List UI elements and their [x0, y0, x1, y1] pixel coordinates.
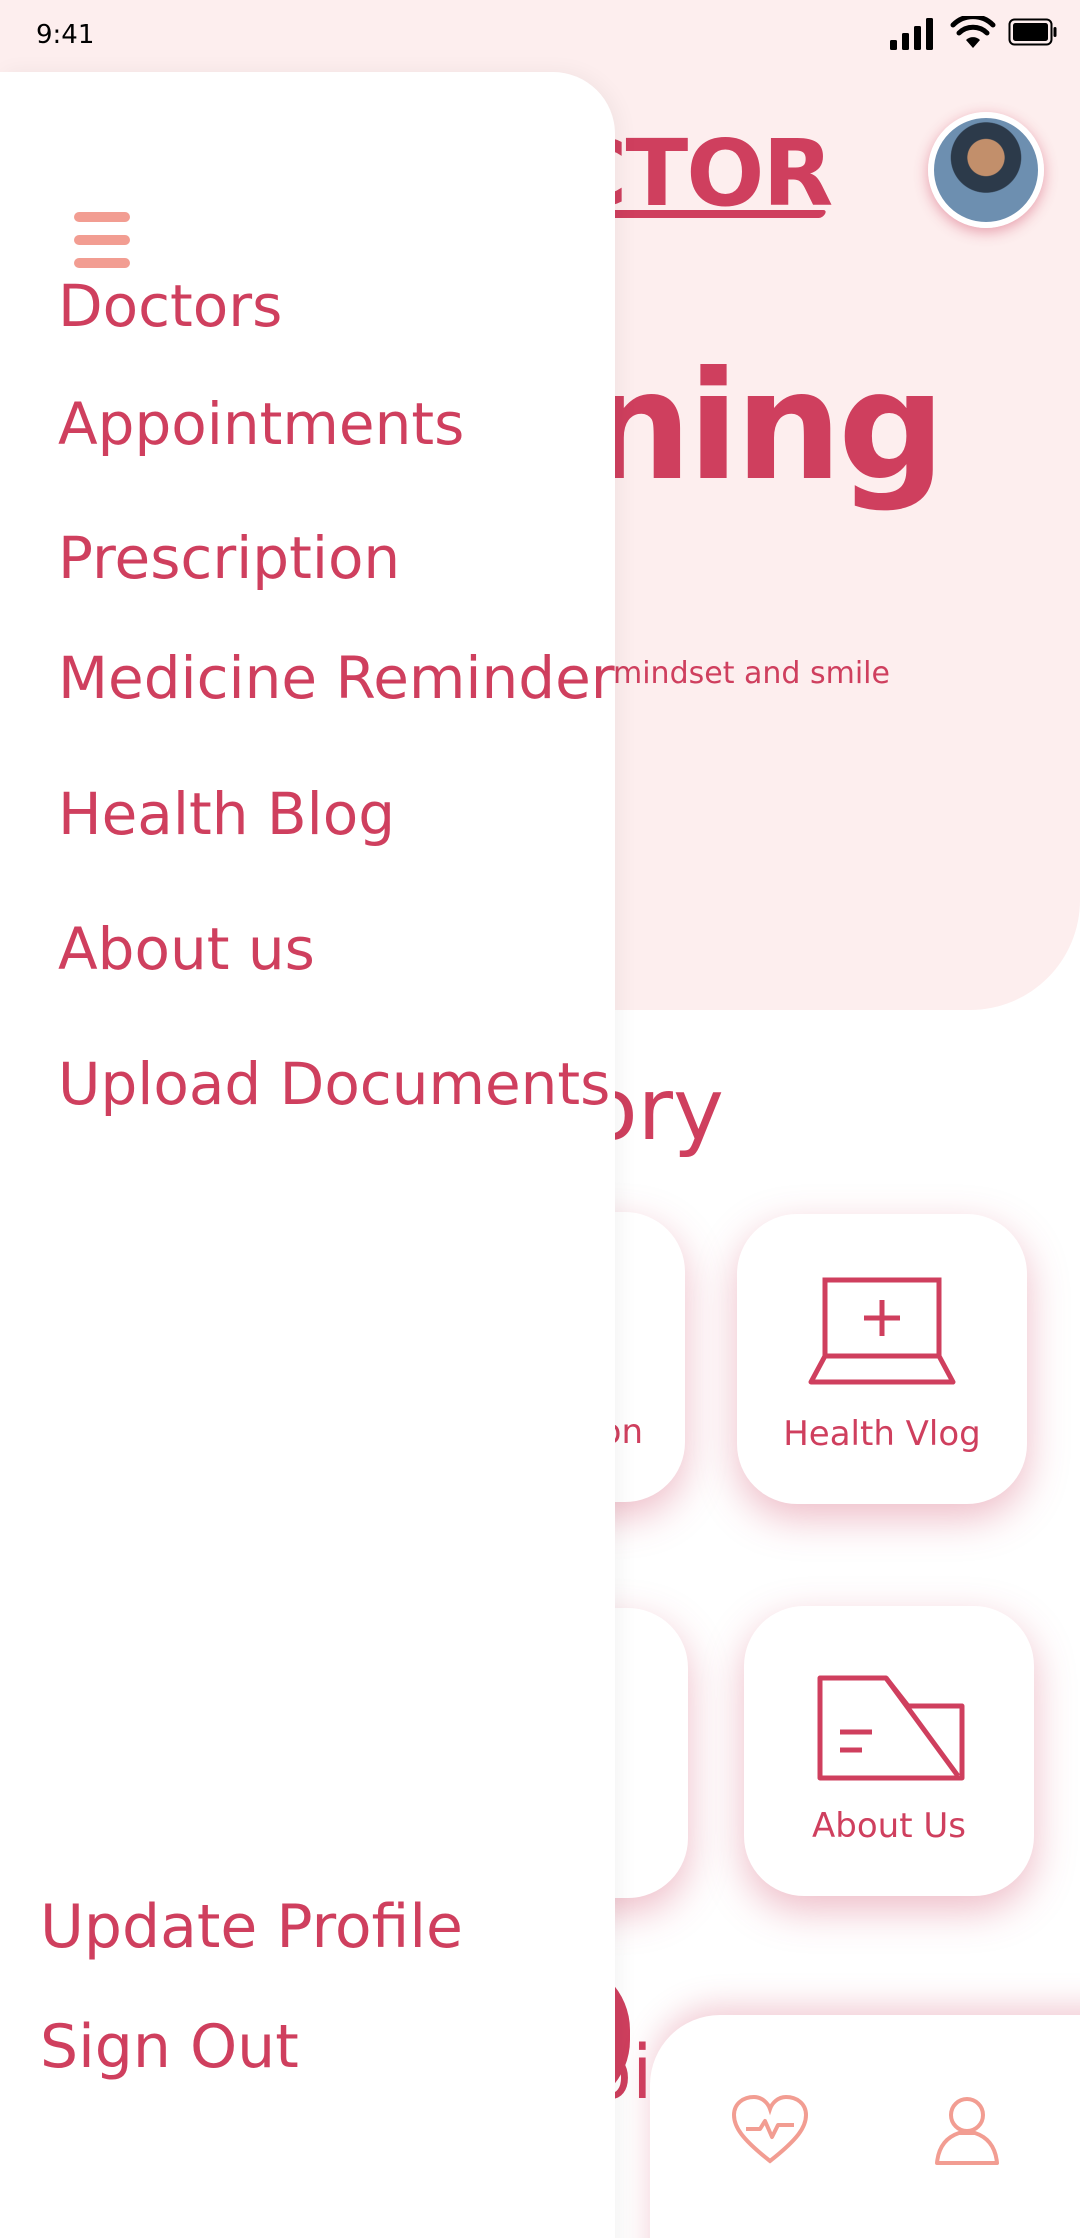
- battery-icon: [1008, 18, 1057, 46]
- category-card-label: Health Vlog: [783, 1414, 981, 1454]
- menu-item-health-blog[interactable]: Health Blog: [58, 780, 395, 848]
- bottom-nav: [650, 2015, 1080, 2238]
- category-card-about-us[interactable]: About Us: [744, 1606, 1034, 1896]
- menu-item-doctors[interactable]: Doctors: [58, 272, 282, 340]
- greeting-title: ning: [585, 340, 945, 514]
- menu-item-about-us[interactable]: About us: [58, 915, 315, 983]
- avatar[interactable]: [928, 112, 1044, 228]
- hamburger-icon[interactable]: [74, 212, 130, 268]
- side-drawer: Doctors Appointments Prescription Medici…: [0, 72, 615, 2238]
- app-screen: CTOR ning e mindset and smile ory on Hea…: [0, 0, 1080, 2238]
- category-card-label: About Us: [812, 1806, 966, 1846]
- brand-underline: [582, 210, 828, 218]
- category-card-health-vlog[interactable]: Health Vlog: [737, 1214, 1027, 1504]
- signal-icon: [890, 18, 933, 50]
- sign-out-button[interactable]: Sign Out: [40, 2012, 299, 2082]
- status-time: 9:41: [36, 20, 95, 50]
- menu-item-medicine-reminder[interactable]: Medicine Reminder: [58, 644, 615, 712]
- menu-item-appointments[interactable]: Appointments: [58, 390, 464, 458]
- menu-item-prescription[interactable]: Prescription: [58, 524, 400, 592]
- update-profile-button[interactable]: Update Profile: [40, 1892, 463, 1962]
- folder-icon: [817, 1675, 965, 1781]
- laptop-plus-icon: [808, 1277, 956, 1385]
- menu-item-upload-documents[interactable]: Upload Documents: [58, 1050, 610, 1118]
- user-icon[interactable]: [935, 2095, 999, 2165]
- wifi-icon: [950, 16, 996, 48]
- greeting-subtext: e mindset and smile: [585, 656, 890, 691]
- heart-pulse-icon[interactable]: [732, 2095, 808, 2165]
